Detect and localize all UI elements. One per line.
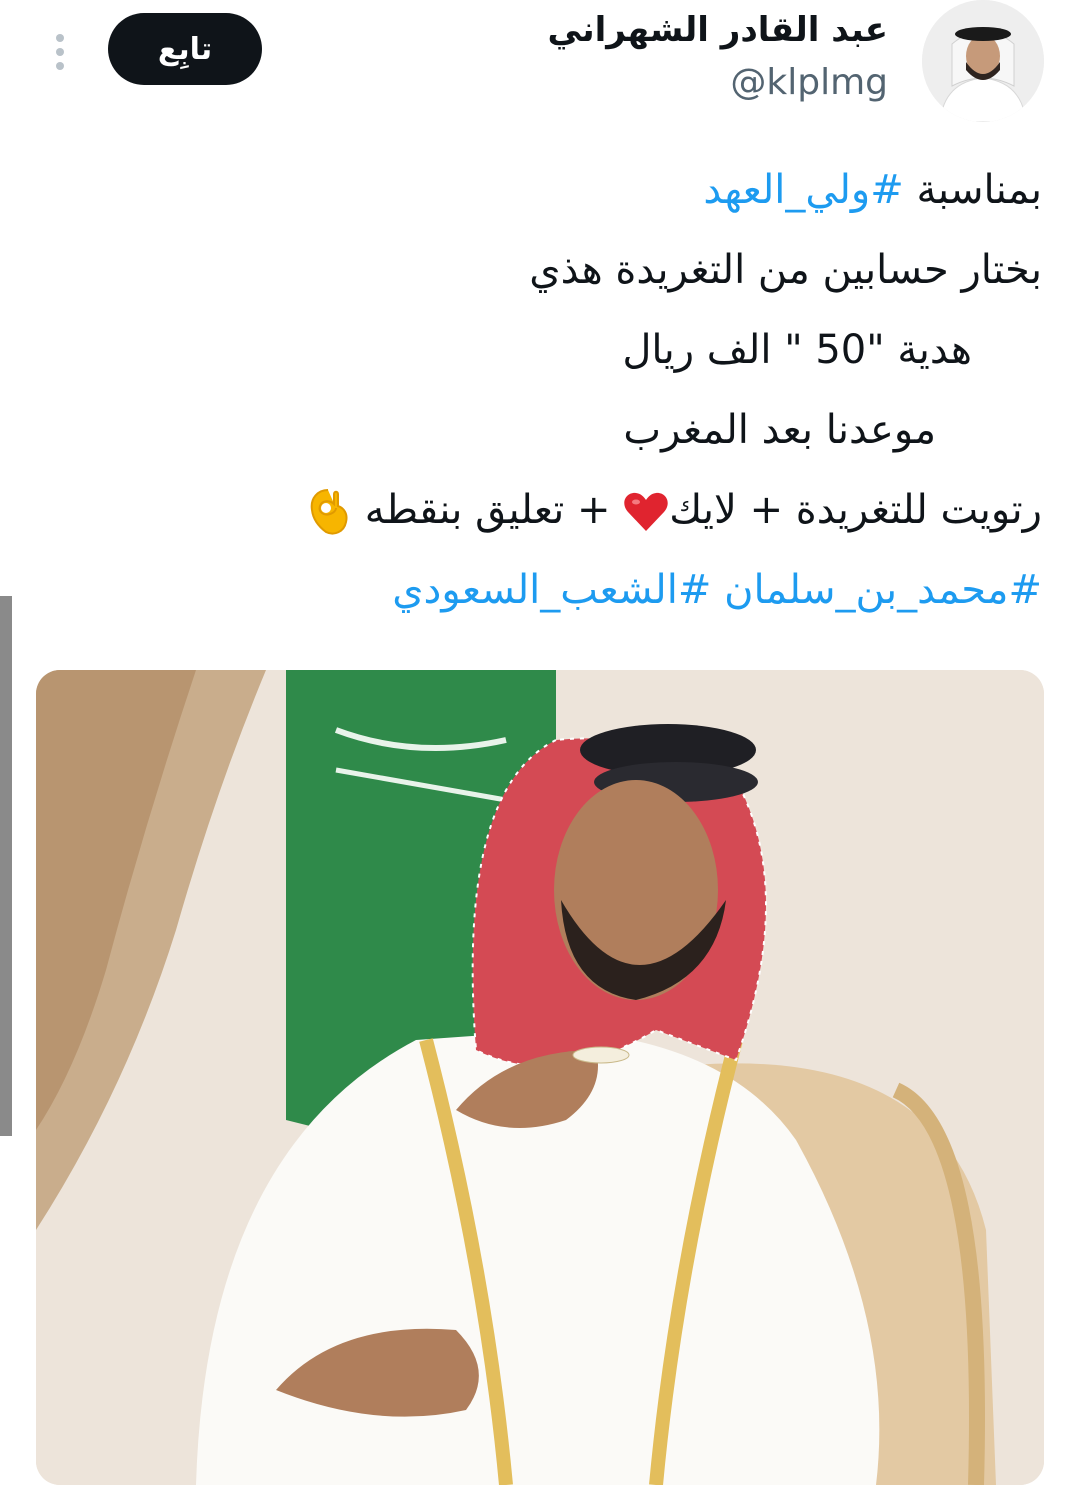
line-text: بمناسبة — [903, 167, 1042, 213]
hashtag-saudi-people[interactable]: #الشعب_السعودي — [392, 567, 711, 613]
tweet-text: بمناسبة #ولي_العهد بختار حسابين من التغر… — [42, 150, 1042, 630]
avatar[interactable] — [922, 0, 1044, 122]
line-text: رتويت للتغريدة + لايك — [669, 487, 1042, 533]
tweet-photo[interactable] — [36, 670, 1044, 1485]
tweet-line-4: موعدنا بعد المغرب — [623, 407, 936, 453]
avatar-image — [922, 0, 1044, 122]
tweet-line-5: رتويت للتغريدة + لايك + تعليق بنقطه — [42, 470, 1042, 550]
display-name[interactable]: عبد القادر الشهراني — [547, 10, 888, 50]
tweet-line-2: بختار حسابين من التغريدة هذي — [529, 247, 1042, 293]
follow-button[interactable]: تابِع — [108, 13, 262, 85]
hashtag-mbs[interactable]: #محمد_بن_سلمان — [724, 567, 1042, 613]
user-handle[interactable]: @klplmg — [730, 62, 888, 103]
line-text: + تعليق بنقطه — [352, 487, 624, 533]
tweet-line-3: هدية "50 " الف ريال — [622, 327, 972, 373]
scroll-indicator[interactable] — [0, 596, 12, 1136]
tweet-header: تابِع عبد القادر الشهراني @klplmg — [0, 0, 1080, 130]
tweet-line-6: #محمد_بن_سلمان #الشعب_السعودي — [42, 550, 1042, 630]
photo-illustration — [36, 670, 1044, 1485]
tweet-line-1: بمناسبة #ولي_العهد — [42, 150, 1042, 230]
red-heart-icon — [624, 492, 668, 531]
ok-hand-icon — [310, 489, 348, 535]
more-options-icon[interactable] — [46, 28, 74, 76]
hashtag-crown-prince[interactable]: #ولي_العهد — [703, 167, 903, 213]
